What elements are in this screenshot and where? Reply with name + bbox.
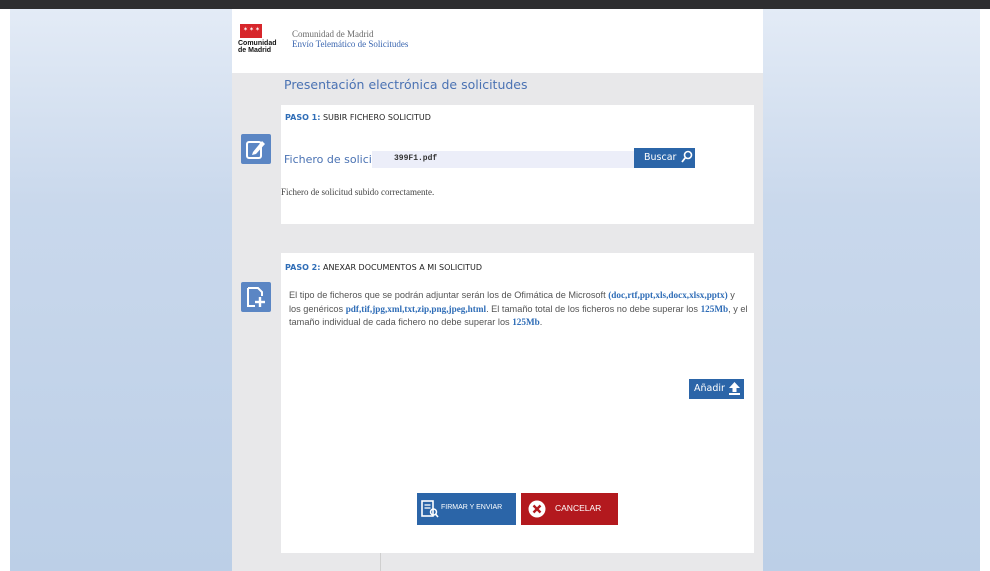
logo-text: Comunidad de Madrid — [238, 40, 277, 54]
org-info: Comunidad de Madrid Envío Telemático de … — [292, 29, 408, 49]
cancel-button[interactable]: CANCELAR — [521, 493, 618, 525]
desc-part5: . — [539, 317, 543, 327]
logo-text-line2: de Madrid — [238, 47, 272, 54]
browse-button-label: Buscar — [644, 152, 677, 163]
add-document-icon — [241, 282, 271, 312]
search-icon — [681, 150, 693, 167]
background-right — [763, 9, 980, 571]
service-name: Envío Telemático de Solicitudes — [292, 39, 409, 49]
browse-button[interactable]: Buscar — [634, 148, 695, 168]
step2-number: PASO 2: — [285, 263, 321, 272]
page-edge-left — [0, 9, 10, 571]
step1-title: PASO 1: SUBIR FICHERO SOLICITUD — [285, 113, 431, 122]
upload-status: Fichero de solicitud subido correctament… — [281, 187, 435, 197]
desc-part3: . El tamaño total de los ficheros no deb… — [486, 303, 701, 314]
madrid-flag-logo[interactable]: ✶ ✶ ✶ — [240, 24, 262, 38]
desc-individual-size: 125Mb — [512, 317, 540, 327]
step1-label: SUBIR FICHERO SOLICITUD — [320, 113, 431, 122]
step2-title: PASO 2: ANEXAR DOCUMENTOS A MI SOLICITUD — [285, 263, 482, 272]
attachment-description: El tipo de ficheros que se podrán adjunt… — [289, 289, 749, 330]
desc-total-size: 125Mb — [700, 303, 729, 314]
add-button[interactable]: Añadir — [689, 379, 744, 399]
desc-generic-types: pdf,tif,jpg,xml,txt,zip,png,jpeg,html — [345, 303, 487, 314]
browser-top-bar — [0, 0, 990, 9]
cancel-icon — [528, 500, 546, 521]
file-input[interactable]: 399F1.pdf — [372, 151, 634, 168]
sign-send-label: FIRMAR Y ENVIAR — [441, 504, 503, 511]
org-name: Comunidad de Madrid — [292, 29, 374, 39]
upload-icon — [729, 382, 740, 398]
step2-label: ANEXAR DOCUMENTOS A MI SOLICITUD — [320, 263, 483, 272]
main-page: ✶ ✶ ✶ Comunidad de Madrid Comunidad de Mad… — [232, 9, 763, 571]
footer-divider — [380, 553, 381, 571]
add-button-label: Añadir — [694, 383, 725, 394]
logo-text-line1: Comunidad — [238, 40, 277, 47]
step1-number: PASO 1: — [285, 113, 321, 122]
cancel-label: CANCELAR — [555, 503, 602, 513]
sign-send-button[interactable]: FIRMAR Y ENVIAR — [417, 493, 516, 525]
desc-ms-types: (doc,rtf,ppt,xls,docx,xlsx,pptx) — [608, 290, 728, 300]
desc-part1: El tipo de ficheros que se podrán adjunt… — [289, 290, 609, 300]
site-header: ✶ ✶ ✶ Comunidad de Madrid Comunidad de Mad… — [232, 9, 763, 73]
page-edge-right — [980, 9, 990, 571]
page-title: Presentación electrónica de solicitudes — [284, 77, 528, 92]
background-left — [10, 9, 232, 571]
sign-document-icon — [421, 500, 439, 521]
file-value: 399F1.pdf — [394, 154, 438, 163]
edit-document-icon — [241, 134, 271, 164]
